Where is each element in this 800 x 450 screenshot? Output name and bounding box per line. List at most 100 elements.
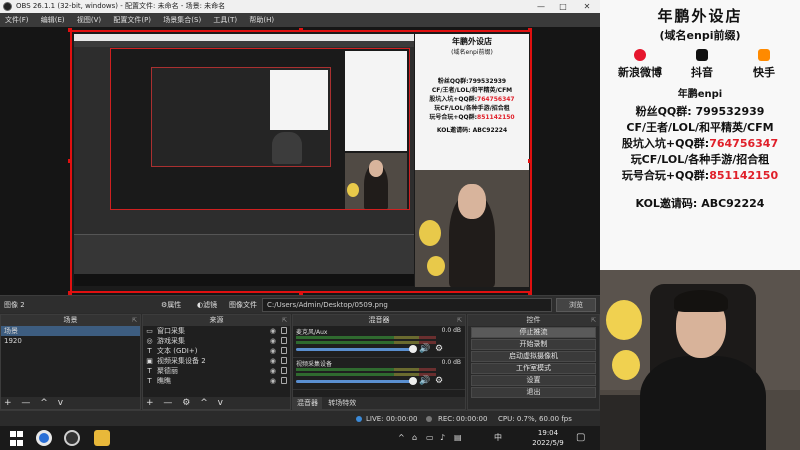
move-up-button[interactable]: ^ [200,398,208,408]
status-bar: LIVE: 00:00:00 REC: 00:00:00 CPU: 0.7%, … [0,410,600,426]
app-icon[interactable] [94,430,110,446]
eye-icon[interactable]: ◉ [270,366,276,376]
slider-knob[interactable] [409,377,417,385]
live-time: 00:00:00 [386,415,418,423]
kol-code-line: KOL邀请码: ABC92224 [635,197,765,210]
browser-icon[interactable] [36,430,52,446]
eye-icon[interactable]: ◉ [270,336,276,346]
notification-icon[interactable]: ▢ [576,426,585,450]
dock-float-icon[interactable]: ⇱ [457,315,462,326]
remove-source-button[interactable]: — [163,398,172,408]
resize-handle[interactable] [528,28,532,32]
remove-scene-button[interactable]: — [21,398,30,408]
move-down-button[interactable]: v [218,398,223,408]
tray-expand-icon[interactable]: ^ [398,426,405,450]
source-item[interactable]: T 聚德丽 ◉ [143,366,290,376]
lock-icon[interactable] [281,367,287,374]
menu-file[interactable]: 文件(F) [0,13,34,27]
minimize-button[interactable]: — [530,0,552,13]
rec-indicator-icon [426,416,432,422]
source-item[interactable]: T 文本 (GDI+) ◉ [143,346,290,356]
virtual-camera-button[interactable]: 启动虚拟摄像机 [471,351,596,362]
eye-icon[interactable]: ◉ [270,326,276,336]
stop-streaming-button[interactable]: 停止推流 [471,327,596,338]
settings-button[interactable]: 设置 [471,375,596,386]
source-item[interactable]: ▭ 窗口采集 ◉ [143,326,290,336]
menu-profile[interactable]: 配置文件(P) [108,13,156,27]
source-item[interactable]: T 瞧瞧 ◉ [143,376,290,386]
exit-button[interactable]: 退出 [471,387,596,398]
eye-icon[interactable]: ◉ [270,356,276,366]
resize-handle[interactable] [68,28,72,32]
start-recording-button[interactable]: 开始录制 [471,339,596,350]
speaker-icon[interactable]: 🔊 [419,376,430,386]
mixer-channel: 视频采集设备 0.0 dB 🔊 ⚙ [293,358,465,390]
battery-icon[interactable]: ▤ [454,426,462,450]
close-button[interactable]: ✕ [576,0,598,13]
source-item[interactable]: ◎ 游戏采集 ◉ [143,336,290,346]
obs-taskbar-icon[interactable] [64,430,80,446]
lock-icon[interactable] [281,377,287,384]
menu-help[interactable]: 帮助(H) [244,13,279,27]
preview-area[interactable]: 年鹏外设店 (域名enpi前缀) 粉丝QQ群:799532939 CF/王者/L… [0,27,600,295]
network-icon[interactable]: ⌂ [412,426,417,450]
display-icon[interactable]: ▭ [426,426,434,450]
slider-knob[interactable] [409,345,417,353]
image-path-field[interactable]: C:/Users/Admin/Desktop/0509.png [262,298,552,312]
ime-indicator[interactable]: 中 [494,426,502,450]
dock-float-icon[interactable]: ⇱ [591,315,596,326]
clock[interactable]: 19:04 2022/5/9 [530,428,566,448]
studio-mode-button[interactable]: 工作室模式 [471,363,596,374]
scene-item[interactable]: 1920 [1,336,140,346]
tab-transitions[interactable]: 转场特效 [324,397,360,409]
dock-float-icon[interactable]: ⇱ [282,315,287,326]
menu-tools[interactable]: 工具(T) [208,13,242,27]
filters-button[interactable]: ◐滤镜 [192,298,222,312]
windows-start-icon[interactable] [10,431,26,447]
browse-button[interactable]: 浏览 [556,298,596,312]
source-item[interactable]: ▣ 视频采集设备 2 ◉ [143,356,290,366]
gear-icon[interactable]: ⚙ [435,376,443,386]
dock-float-icon[interactable]: ⇱ [132,315,137,326]
cpu-fps: CPU: 0.7%, 60.00 fps [498,415,572,423]
menu-edit[interactable]: 编辑(E) [36,13,70,27]
kuaishou-link: 快手 [734,49,794,80]
webcam-feed [600,270,800,450]
add-source-button[interactable]: + [146,398,154,408]
resize-handle[interactable] [299,28,303,32]
lock-icon[interactable] [281,357,287,364]
resize-handle[interactable] [68,159,72,163]
live-indicator-icon [356,416,362,422]
gear-icon[interactable]: ⚙ [435,344,443,354]
volume-slider[interactable] [296,345,417,353]
move-down-button[interactable]: v [58,398,63,408]
sources-footer: + — ⚙ ^ v [143,397,290,409]
properties-button[interactable]: ⚙属性 [156,298,186,312]
games-line-2: 玩CF/LOL/各种手游/招合租 [630,153,770,166]
eye-icon[interactable]: ◉ [270,376,276,386]
move-up-button[interactable]: ^ [40,398,48,408]
lock-icon[interactable] [281,337,287,344]
maximize-button[interactable]: □ [552,0,574,13]
speaker-icon[interactable]: 🔊 [419,344,430,354]
window-capture-icon: ▭ [146,327,153,335]
scene-item[interactable]: 场景 [1,326,140,336]
tab-mixer[interactable]: 混音器 [293,397,322,409]
current-source-label: 图像 2 [4,301,25,309]
rec-label: REC: [438,415,455,423]
volume-meter [296,341,436,344]
channel-db: 0.0 dB [441,359,461,366]
lock-icon[interactable] [281,327,287,334]
shop-title: 年鹏外设店 [657,7,743,25]
volume-slider[interactable] [296,377,417,385]
eye-icon[interactable]: ◉ [270,346,276,356]
resize-handle[interactable] [528,159,532,163]
menu-view[interactable]: 视图(V) [72,13,106,27]
preview-canvas[interactable]: 年鹏外设店 (域名enpi前缀) 粉丝QQ群:799532939 CF/王者/L… [70,30,532,293]
live-label: LIVE: [366,415,384,423]
add-scene-button[interactable]: + [4,398,12,408]
source-settings-button[interactable]: ⚙ [182,398,190,408]
lock-icon[interactable] [281,347,287,354]
volume-icon[interactable]: ♪ [440,426,445,450]
menu-scene-collection[interactable]: 场景集合(S) [158,13,206,27]
